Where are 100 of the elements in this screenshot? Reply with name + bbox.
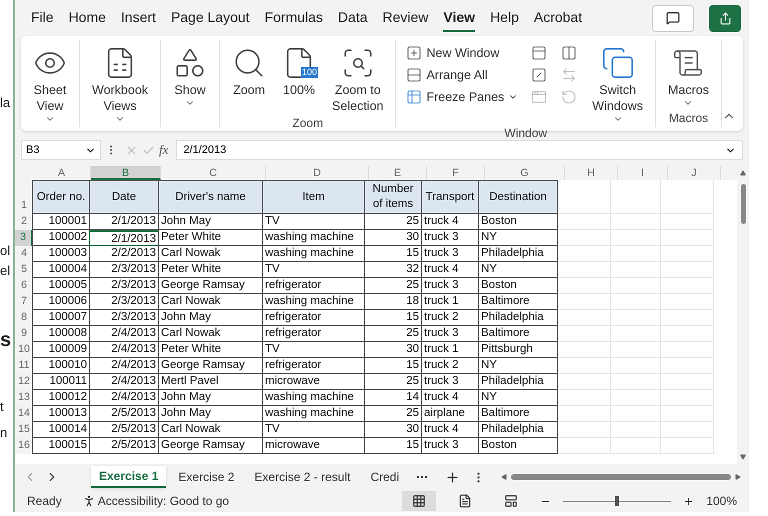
row-header[interactable]: 12 (15, 374, 33, 390)
sheet-tab[interactable]: Exercise 2 (170, 466, 242, 488)
ribbon-button[interactable]: Zoom to Selection (326, 40, 390, 114)
row-header[interactable]: 3 (15, 230, 33, 246)
row-header[interactable]: 15 (15, 422, 33, 438)
table-cell: washing machine (262, 294, 365, 310)
table-cell: NY (478, 262, 558, 278)
ribbon-button[interactable]: Arrange All (402, 64, 522, 86)
row-header[interactable]: 7 (15, 294, 33, 310)
table-cell: 2/4/2013 (89, 358, 159, 374)
ribbon-button[interactable]: Workbook Views (86, 40, 154, 124)
table-cell: Philadelphia (478, 422, 558, 438)
background-text: s (0, 330, 12, 350)
table-cell: Mertl Pavel (158, 374, 263, 390)
table-cell: 15 (364, 246, 422, 262)
table-cell: John May (158, 214, 263, 230)
formula-field[interactable]: 2/1/2013 (176, 140, 743, 160)
table-cell: 2/5/2013 (89, 438, 159, 454)
name-box[interactable]: B3 (21, 140, 101, 160)
ribbon-tab[interactable]: Formulas (264, 4, 323, 32)
background-text: ol (0, 244, 10, 257)
ribbon-button[interactable]: Zoom (226, 40, 272, 98)
empty-cell (611, 294, 661, 310)
table-cell: 25 (364, 278, 422, 294)
sheet-tab[interactable]: Credi (362, 466, 408, 488)
ribbon-button[interactable]: 100 100% (276, 40, 322, 98)
table-cell: Carl Nowak (158, 326, 263, 342)
zoom-in-icon[interactable] (683, 496, 694, 506)
row-header[interactable]: 9 (15, 326, 33, 342)
ribbon-tab[interactable]: Help (490, 4, 519, 32)
ribbon-tab[interactable]: Review (382, 4, 428, 32)
up-arrow-icon[interactable] (740, 170, 746, 176)
ribbon-tab[interactable]: Page Layout (170, 4, 250, 32)
ribbon-tab[interactable]: Data (338, 4, 368, 32)
row-header[interactable]: 5 (15, 262, 33, 278)
row-header[interactable]: 14 (15, 406, 33, 422)
ribbon-tab[interactable]: View (443, 4, 476, 32)
empty-cell (558, 390, 611, 406)
table-cell: 100006 (32, 294, 90, 310)
ribbon-tab[interactable]: File (31, 4, 54, 32)
table-cell: TV (262, 262, 365, 278)
ribbon-button[interactable]: Switch Windows (586, 40, 649, 124)
empty-cell (661, 310, 714, 326)
ribbon-tab[interactable]: Acrobat (534, 4, 582, 32)
ribbon-button[interactable]: Show (167, 40, 214, 108)
table-cell: 100015 (32, 438, 90, 454)
group-label: Window (504, 125, 548, 142)
table-cell: 30 (364, 342, 422, 358)
left-arrow-icon[interactable] (501, 474, 508, 480)
view-button[interactable] (402, 491, 436, 511)
table-cell: 18 (364, 294, 422, 310)
sheet-tab[interactable]: Exercise 1 (91, 466, 166, 488)
table-cell: George Ramsay (158, 438, 263, 454)
table-cell: TV (262, 422, 365, 438)
add-sheet-icon[interactable] (445, 470, 460, 484)
table-cell: 100014 (32, 422, 90, 438)
share-button[interactable] (709, 4, 741, 32)
ribbon-tab[interactable]: Home (68, 4, 106, 32)
empty-cell (558, 406, 611, 422)
row-header[interactable]: 8 (15, 310, 33, 326)
button-label: Workbook Views (92, 82, 148, 114)
ribbon-button[interactable]: Sheet View (27, 40, 73, 124)
row-header[interactable]: 4 (15, 246, 33, 262)
horizontal-scrollbar[interactable] (501, 474, 741, 480)
right-arrow-icon[interactable] (735, 474, 741, 480)
empty-cell (661, 326, 714, 342)
column-header[interactable]: B (91, 166, 161, 180)
accessibility-status[interactable]: Accessibility: Good to go (98, 492, 230, 510)
row-header[interactable]: 16 (15, 438, 33, 454)
column-header[interactable]: H (565, 166, 618, 180)
ribbon-button[interactable]: New Window (402, 42, 522, 64)
row-header[interactable]: 1 (15, 180, 33, 214)
insert-function-button[interactable]: fx (159, 140, 168, 160)
zoom-level[interactable]: 100% (706, 492, 737, 510)
table-cell: 100011 (32, 374, 90, 390)
row-header[interactable]: 10 (15, 342, 33, 358)
row-header[interactable]: 6 (15, 278, 33, 294)
button-label: Switch Windows (592, 82, 643, 114)
button-label: Zoom (233, 82, 266, 98)
ribbon-button[interactable]: Macros (662, 40, 715, 108)
column-header[interactable]: J (668, 166, 721, 180)
empty-cell (661, 390, 714, 406)
sheet-tab[interactable]: Exercise 2 - result (246, 466, 358, 488)
table-cell: truck 4 (421, 422, 479, 438)
down-arrow-icon[interactable] (740, 454, 746, 460)
zoom-slider[interactable] (563, 496, 672, 506)
rows-icon (406, 67, 422, 83)
row-header[interactable]: 13 (15, 390, 33, 406)
row-header[interactable]: 2 (15, 214, 33, 230)
slider-thumb[interactable] (615, 496, 620, 506)
zoom-badge: 100 (301, 67, 318, 78)
ribbon-tab[interactable]: Insert (120, 4, 156, 32)
ribbon-button[interactable]: Freeze Panes (402, 86, 522, 108)
row-header[interactable]: 11 (15, 358, 33, 374)
button-label: Sheet View (33, 82, 67, 114)
background-text: t (0, 400, 4, 413)
column-header[interactable]: I (618, 166, 668, 180)
table-cell: washing machine (262, 390, 365, 406)
table-cell: 100012 (32, 390, 90, 406)
comments-button[interactable] (652, 4, 694, 32)
